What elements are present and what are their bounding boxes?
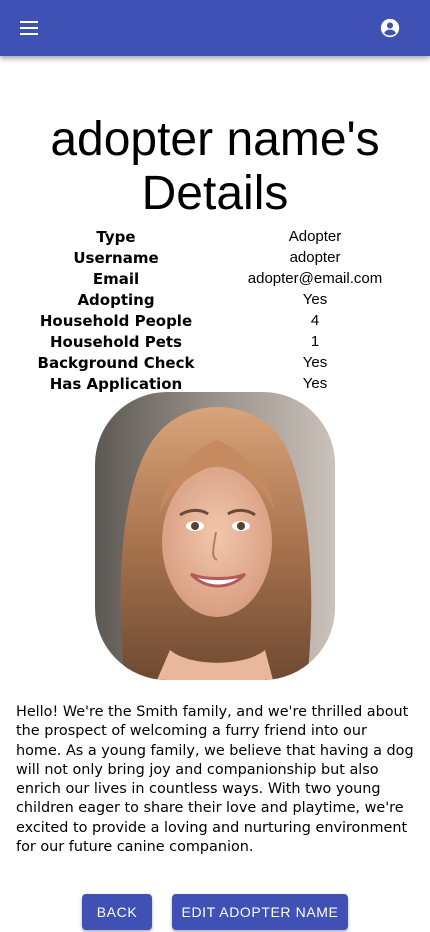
account-circle-icon (380, 18, 400, 38)
detail-value: Adopter (288, 228, 342, 245)
detail-value: adopter (289, 249, 341, 266)
edit-adopter-button[interactable]: EDIT ADOPTER NAME (172, 894, 348, 930)
detail-row-email: Email adopter@email.com (0, 268, 430, 289)
detail-value: adopter@email.com (247, 270, 383, 287)
detail-row-background-check: Background Check Yes (0, 352, 430, 373)
detail-label: Type (96, 227, 136, 246)
detail-value: 1 (310, 333, 320, 350)
detail-row-has-application: Has Application Yes (0, 373, 430, 394)
page-title: adopter name's Details (50, 113, 380, 220)
detail-row-adopting: Adopting Yes (0, 289, 430, 310)
detail-label: Username (73, 248, 159, 267)
detail-label: Background Check (37, 353, 195, 372)
menu-button[interactable] (8, 6, 52, 50)
detail-value: Yes (302, 291, 328, 308)
adopter-portrait-image (95, 392, 335, 680)
app-bar (0, 0, 430, 56)
adopter-bio: Hello! We're the Smith family, and we're… (16, 704, 414, 856)
details-table: Type Adopter Username adopter Email adop… (0, 226, 430, 394)
detail-value: Yes (302, 354, 328, 371)
detail-value: Yes (302, 375, 328, 392)
menu-icon (20, 21, 38, 35)
detail-label: Household People (39, 311, 193, 330)
adopter-photo (95, 392, 335, 680)
detail-row-household-people: Household People 4 (0, 310, 430, 331)
account-button[interactable] (368, 6, 412, 50)
detail-row-username: Username adopter (0, 247, 430, 268)
back-button[interactable]: BACK (82, 894, 152, 930)
detail-label: Email (92, 269, 140, 288)
detail-value: 4 (310, 312, 320, 329)
detail-label: Has Application (49, 374, 183, 393)
detail-row-type: Type Adopter (0, 226, 430, 247)
detail-label: Adopting (77, 290, 155, 309)
detail-label: Household Pets (50, 332, 182, 351)
detail-row-household-pets: Household Pets 1 (0, 331, 430, 352)
